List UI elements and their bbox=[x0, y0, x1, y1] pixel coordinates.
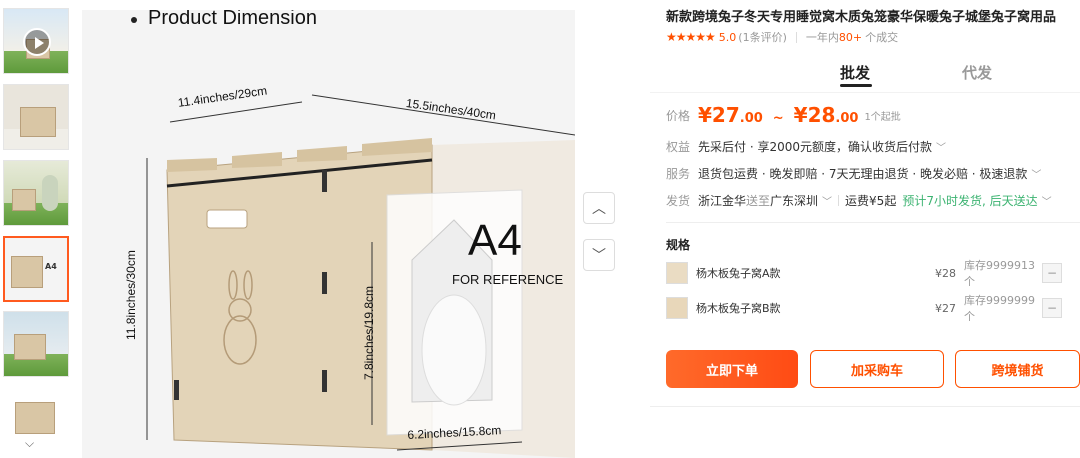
chevron-down-icon: ﹀ bbox=[935, 143, 946, 154]
main-product-image: Product Dimension 11.4inches/29cm 15.5in… bbox=[82, 10, 575, 458]
sales-prefix: 一年内 bbox=[805, 31, 839, 44]
freight-text: 运费¥5起 bbox=[845, 194, 897, 208]
product-info-panel: 新款跨境兔子冬天专用睡觉窝木质兔笼豪华保暖兔子城堡兔子窝用品 ★★★★★ 5.0… bbox=[650, 0, 1080, 407]
dimension-door-height-label: 7.8inches/19.8cm bbox=[362, 285, 376, 380]
spec-title: 规格 bbox=[666, 238, 691, 252]
ship-to-select[interactable]: 广东深圳 bbox=[770, 192, 818, 209]
tab-active-indicator bbox=[840, 84, 872, 87]
service-row[interactable]: 服务 退货包运费 · 晚发即赔 · 7天无理由退货 · 晚发必赔 · 极速退款 … bbox=[666, 165, 1041, 182]
spec-thumbnail[interactable] bbox=[666, 297, 688, 319]
a4-label: A4 bbox=[468, 216, 522, 265]
thumbnail-image[interactable] bbox=[3, 160, 69, 226]
dimension-heading: Product Dimension bbox=[148, 10, 317, 29]
chevron-down-icon[interactable]: ﹀ bbox=[822, 193, 832, 208]
cross-border-button[interactable]: 跨境铺货 bbox=[955, 350, 1080, 388]
quantity-decrement-button[interactable]: − bbox=[1042, 298, 1062, 318]
rating-row: ★★★★★ 5.0 (1条评价) 一年内 80+ 个成交 bbox=[666, 29, 898, 45]
play-icon[interactable] bbox=[23, 28, 51, 56]
spec-stock: 库存9999999个 bbox=[964, 294, 1035, 323]
sales-suffix: 个成交 bbox=[865, 31, 899, 44]
price-max: 28 bbox=[807, 103, 836, 127]
shipping-row: 发货 浙江金华 送至 广东深圳 ﹀ 运费¥5起 预计7小时发货, 后天送达 ﹀ bbox=[666, 192, 1052, 209]
service-label: 服务 bbox=[666, 167, 691, 181]
rights-label: 权益 bbox=[666, 140, 691, 154]
thumbnail-gallery: A4 ⌵ bbox=[0, 0, 72, 458]
ship-to-word: 送至 bbox=[746, 194, 771, 208]
tab-dropship[interactable]: 代发 bbox=[962, 62, 992, 83]
sales-count: 80+ bbox=[838, 30, 863, 44]
price-label: 价格 bbox=[666, 108, 691, 123]
moq-label: 1个起批 bbox=[864, 111, 901, 123]
price-max-decimal: .00 bbox=[835, 111, 859, 126]
ship-label: 发货 bbox=[666, 194, 691, 208]
chevron-up-icon: ︿ bbox=[592, 201, 606, 217]
chevron-down-icon: ﹀ bbox=[1031, 170, 1042, 181]
tab-wholesale[interactable]: 批发 bbox=[840, 62, 870, 83]
price-row: 价格 ¥27.00 ~ ¥28.00 1个起批 bbox=[666, 103, 901, 127]
service-text: 退货包运费 · 晚发即赔 · 7天无理由退货 · 晚发必赔 · 极速退款 bbox=[698, 167, 1028, 181]
thumbnail-image[interactable] bbox=[3, 84, 69, 150]
buy-now-button[interactable]: 立即下单 bbox=[666, 350, 798, 388]
rating-score: 5.0 bbox=[718, 30, 737, 44]
price-separator: ~ bbox=[772, 111, 784, 126]
spec-name: 杨木板兔子窝B款 bbox=[696, 302, 781, 315]
image-prev-button[interactable]: ︿ bbox=[583, 192, 615, 224]
spec-thumbnail[interactable] bbox=[666, 262, 688, 284]
chevron-down-icon[interactable]: ⌵ bbox=[25, 436, 34, 451]
section-divider bbox=[666, 222, 1080, 223]
divider bbox=[838, 195, 840, 206]
price-min-decimal: .00 bbox=[739, 111, 763, 126]
thumbnail-image[interactable] bbox=[3, 311, 69, 377]
product-title: 新款跨境兔子冬天专用睡觉窝木质兔笼豪华保暖兔子城堡兔子窝用品 bbox=[666, 10, 1057, 25]
divider bbox=[795, 31, 797, 43]
thumbnail-image[interactable] bbox=[3, 386, 69, 436]
dimension-height-label: 11.8inches/30cm bbox=[124, 250, 138, 340]
currency-symbol: ¥ bbox=[698, 103, 712, 127]
star-rating-icon: ★★★★★ bbox=[666, 30, 716, 44]
currency-symbol: ¥ bbox=[793, 103, 808, 127]
price-section: 价格 ¥27.00 ~ ¥28.00 1个起批 权益 先采后付 · 享2000元… bbox=[650, 92, 1080, 221]
thumbnail-image-selected[interactable]: A4 bbox=[3, 236, 69, 302]
spec-row: 杨木板兔子窝A款 ¥28 库存9999913个 − bbox=[666, 259, 1072, 288]
delivery-promise: 预计7小时发货, 后天送达 bbox=[902, 194, 1038, 208]
spec-row: 杨木板兔子窝B款 ¥27 库存9999999个 − bbox=[666, 294, 1072, 323]
rights-text: 先采后付 · 享2000元额度，确认收货后付款 bbox=[698, 140, 932, 154]
spec-price: ¥28 bbox=[935, 266, 956, 280]
a4-caption: FOR REFERENCE bbox=[452, 272, 564, 287]
spec-stock: 库存9999913个 bbox=[964, 259, 1035, 288]
spec-price: ¥27 bbox=[935, 301, 956, 315]
add-to-cart-button[interactable]: 加采购车 bbox=[810, 350, 944, 388]
ship-from: 浙江金华 bbox=[698, 194, 747, 208]
quantity-decrement-button[interactable]: − bbox=[1042, 263, 1062, 283]
review-count[interactable]: (1条评价) bbox=[738, 29, 787, 45]
chevron-down-icon: ﹀ bbox=[592, 248, 606, 264]
rights-row[interactable]: 权益 先采后付 · 享2000元额度，确认收货后付款 ﹀ bbox=[666, 138, 946, 155]
thumbnail-video[interactable] bbox=[3, 8, 69, 74]
price-range: ¥27.00 ~ ¥28.00 bbox=[698, 103, 858, 127]
image-next-button[interactable]: ﹀ bbox=[583, 239, 615, 271]
price-min: 27 bbox=[711, 103, 740, 127]
chevron-down-icon[interactable]: ﹀ bbox=[1042, 193, 1052, 208]
purchase-mode-tabs: 批发 代发 bbox=[666, 60, 1066, 90]
spec-name: 杨木板兔子窝A款 bbox=[696, 267, 781, 280]
